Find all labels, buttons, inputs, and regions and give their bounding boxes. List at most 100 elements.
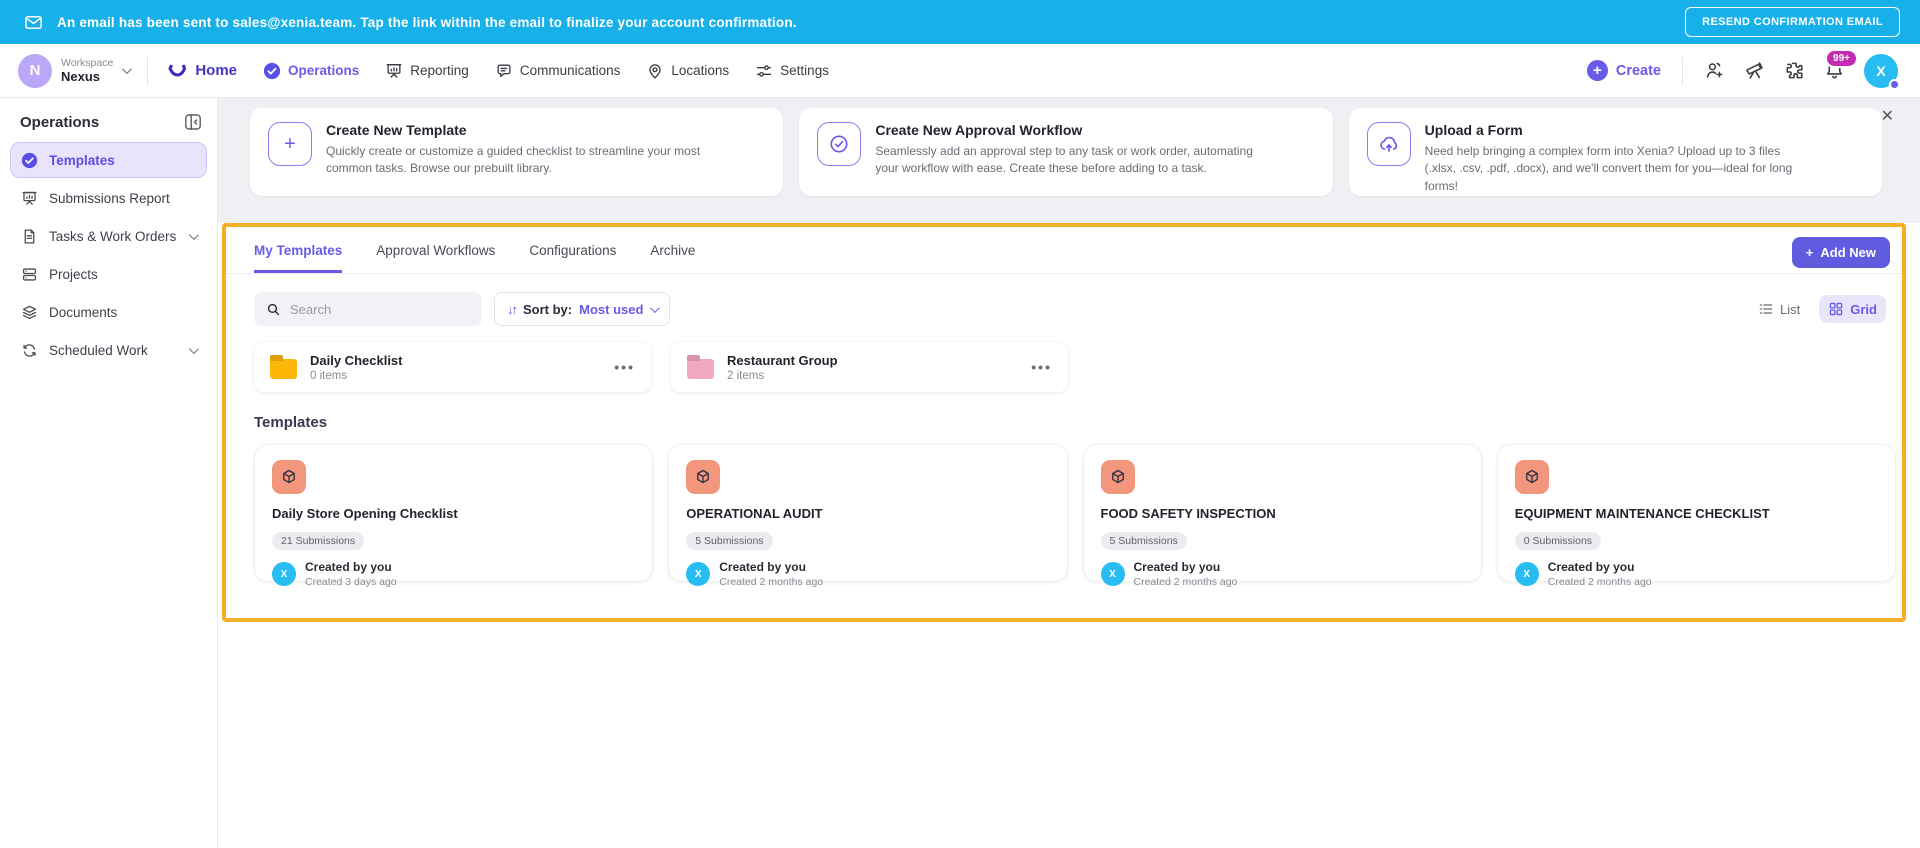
document-icon [21, 228, 38, 245]
nav-reporting[interactable]: Reporting [385, 62, 469, 80]
avatar: X [686, 562, 711, 586]
sort-arrows-icon: ↓↑ [507, 301, 518, 317]
status-dot [1889, 78, 1900, 90]
resend-confirmation-button[interactable]: RESEND CONFIRMATION EMAIL [1685, 7, 1900, 37]
main-content: ✕ + Create New Template Quickly create o… [218, 98, 1920, 848]
folder-card[interactable]: Restaurant Group 2 items ••• [671, 342, 1068, 392]
sidebar-item-templates[interactable]: Templates [10, 142, 207, 178]
templates-panel: My Templates Approval Workflows Configur… [222, 223, 1906, 622]
tab-bar: My Templates Approval Workflows Configur… [226, 227, 1902, 274]
badge-check-icon [817, 122, 862, 166]
nav-locations[interactable]: Locations [646, 62, 729, 80]
chevron-down-icon [650, 302, 661, 313]
telescope-icon[interactable] [1744, 60, 1765, 81]
sidebar: Operations Templates Submissions Report … [0, 98, 218, 848]
chevron-down-icon [188, 343, 199, 354]
xenia-logo-icon [166, 61, 188, 81]
onboarding-strip: ✕ + Create New Template Quickly create o… [218, 98, 1920, 223]
template-cards-grid: Daily Store Opening Checklist 21 Submiss… [226, 431, 1902, 588]
sidebar-item-tasks-work-orders[interactable]: Tasks & Work Orders [10, 218, 207, 254]
create-button[interactable]: + Create [1586, 60, 1661, 81]
search-input[interactable] [290, 301, 470, 317]
plus-icon: + [1586, 60, 1608, 81]
close-icon[interactable]: ✕ [1881, 106, 1894, 126]
banner-message: An email has been sent to sales@xenia.te… [57, 14, 797, 30]
view-toggle: List Grid [1749, 295, 1886, 323]
folder-card[interactable]: Daily Checklist 0 items ••• [254, 342, 651, 392]
folder-icon [270, 358, 297, 379]
info-card-approval-workflow[interactable]: Create New Approval Workflow Seamlessly … [799, 108, 1333, 196]
search-icon [266, 302, 281, 317]
invite-user-icon[interactable] [1704, 60, 1725, 81]
workspace-name: Nexus [61, 69, 101, 84]
sliders-icon [755, 62, 773, 80]
avatar: X [1514, 562, 1539, 586]
toolbar: ↓↑ Sort by: Most used List [226, 274, 1902, 326]
chevron-down-icon [188, 229, 199, 240]
sidebar-item-documents[interactable]: Documents [10, 294, 207, 330]
header-actions: + Create 99+ X [1586, 49, 1900, 90]
cube-icon [1514, 460, 1549, 494]
header-divider [1682, 56, 1683, 85]
grid-view-button[interactable]: Grid [1819, 295, 1886, 323]
sidebar-title: Operations [20, 113, 100, 131]
workspace-selector[interactable]: N Workspace Nexus [18, 53, 133, 88]
submissions-badge: 5 Submissions [1100, 532, 1187, 550]
avatar: X [272, 562, 296, 586]
stack-icon [21, 266, 38, 283]
list-icon [1758, 301, 1774, 317]
layers-icon [21, 304, 38, 321]
cube-icon [1100, 460, 1135, 494]
list-view-button[interactable]: List [1749, 295, 1809, 323]
workspace-label: Workspace [61, 57, 114, 69]
submissions-badge: 0 Submissions [1514, 532, 1602, 550]
user-avatar[interactable]: X [1864, 53, 1900, 90]
ellipsis-menu-icon[interactable]: ••• [614, 359, 635, 375]
collapse-sidebar-icon[interactable] [183, 112, 203, 132]
template-card[interactable]: FOOD SAFETY INSPECTION 5 Submissions X C… [1082, 444, 1482, 588]
notifications-bell-icon[interactable]: 99+ [1824, 49, 1858, 81]
ellipsis-menu-icon[interactable]: ••• [1031, 359, 1052, 375]
sidebar-item-submissions-report[interactable]: Submissions Report [10, 180, 207, 216]
map-pin-icon [646, 62, 664, 80]
recurring-icon [21, 342, 38, 359]
nav-home[interactable]: Home [166, 61, 237, 81]
add-new-button[interactable]: + Add New [1791, 237, 1890, 268]
cloud-upload-icon [1366, 122, 1411, 166]
header-divider [147, 56, 149, 85]
cube-icon [686, 460, 721, 494]
submissions-badge: 21 Submissions [272, 532, 365, 550]
tab-my-templates[interactable]: My Templates [254, 243, 343, 273]
sort-dropdown[interactable]: ↓↑ Sort by: Most used [494, 292, 671, 326]
app-header: N Workspace Nexus Home Operations Report… [0, 44, 1920, 98]
chevron-down-icon [122, 64, 133, 75]
info-card-upload-form[interactable]: Upload a Form Need help bringing a compl… [1348, 108, 1882, 196]
sidebar-item-scheduled-work[interactable]: Scheduled Work [10, 332, 207, 368]
info-card-create-template[interactable]: + Create New Template Quickly create or … [250, 108, 784, 196]
chat-bubble-icon [495, 62, 513, 80]
nav-communications[interactable]: Communications [495, 62, 620, 80]
folders-row: Daily Checklist 0 items ••• Restaurant G… [226, 326, 1902, 392]
workspace-avatar: N [18, 53, 52, 88]
cube-icon [272, 460, 306, 494]
nav-settings[interactable]: Settings [755, 62, 829, 80]
notification-badge: 99+ [1825, 49, 1858, 68]
folder-icon [687, 358, 714, 379]
tab-approval-workflows[interactable]: Approval Workflows [376, 243, 495, 273]
plus-icon: + [1805, 245, 1814, 260]
search-box [254, 292, 482, 326]
tab-archive[interactable]: Archive [650, 243, 695, 273]
template-card[interactable]: EQUIPMENT MAINTENANCE CHECKLIST 0 Submis… [1496, 444, 1896, 588]
tab-configurations[interactable]: Configurations [529, 243, 616, 273]
sidebar-item-projects[interactable]: Projects [10, 256, 207, 292]
nav-operations[interactable]: Operations [263, 62, 359, 80]
template-card[interactable]: OPERATIONAL AUDIT 5 Submissions X Create… [668, 444, 1068, 588]
check-circle-icon [263, 62, 281, 80]
presentation-icon [21, 190, 38, 207]
integrations-puzzle-icon[interactable] [1784, 60, 1805, 81]
check-circle-icon [21, 152, 38, 169]
main-nav: Home Operations Reporting Communications… [166, 61, 829, 81]
plus-icon: + [268, 122, 312, 166]
templates-section-title: Templates [254, 414, 328, 431]
template-card[interactable]: Daily Store Opening Checklist 21 Submiss… [254, 444, 654, 588]
